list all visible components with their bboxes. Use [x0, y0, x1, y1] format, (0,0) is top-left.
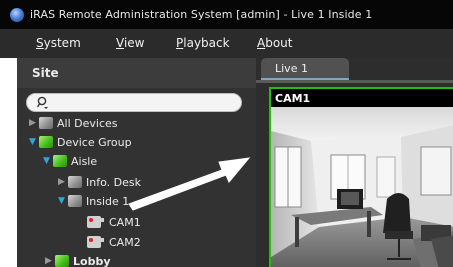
tab-live-1-label: Live 1	[275, 62, 308, 75]
app-logo-icon	[10, 8, 24, 22]
tree-item-label: Device Group	[57, 135, 132, 149]
tab-live-1[interactable]: Live 1	[261, 58, 349, 80]
live-view-area: Live 1 CAM1	[256, 58, 453, 267]
camera-view-cam1[interactable]: CAM1	[269, 87, 453, 267]
tree-item-label: CAM2	[109, 235, 141, 249]
menu-view[interactable]: View	[116, 36, 144, 50]
tree-item-device-group[interactable]: ▼ Device Group	[29, 133, 132, 151]
expand-arrow-icon[interactable]: ▶	[58, 177, 68, 187]
camera-video-feed	[271, 107, 453, 267]
camera-label: CAM1	[275, 92, 311, 105]
expand-arrow-icon[interactable]: ▶	[45, 256, 55, 266]
menu-system[interactable]: System	[36, 36, 81, 50]
search-icon	[37, 96, 48, 109]
camera-icon	[87, 216, 104, 228]
devices-icon	[39, 117, 53, 129]
camera-icon	[87, 236, 104, 248]
tree-item-label: Inside 1	[86, 194, 130, 208]
menu-system-label: ystem	[43, 36, 81, 50]
expand-arrow-icon[interactable]: ▶	[29, 118, 39, 128]
tree-item-cam2[interactable]: CAM2	[87, 233, 141, 251]
collapse-arrow-icon[interactable]: ▼	[29, 137, 39, 147]
collapse-arrow-icon[interactable]: ▼	[58, 196, 68, 206]
menu-system-mnemonic: S	[36, 36, 44, 50]
tree-item-info-desk[interactable]: ▶ Info. Desk	[58, 173, 141, 191]
group-icon	[39, 136, 53, 148]
group-icon	[53, 155, 67, 167]
site-panel-title: Site	[32, 66, 59, 80]
tab-strip-divider	[256, 80, 453, 83]
tree-item-label: Info. Desk	[86, 175, 141, 189]
device-icon	[68, 176, 82, 188]
menu-view-mnemonic: V	[116, 36, 124, 50]
menu-playback[interactable]: Playback	[176, 36, 230, 50]
menu-about-mnemonic: A	[257, 36, 266, 50]
menu-about[interactable]: About	[257, 36, 293, 50]
device-icon	[68, 195, 82, 207]
tree-item-cam1[interactable]: CAM1	[87, 213, 141, 231]
site-search-input[interactable]	[26, 93, 242, 112]
tree-item-lobby[interactable]: ▶ Lobby	[45, 252, 111, 267]
group-icon	[55, 255, 69, 267]
menu-view-label: iew	[123, 36, 145, 50]
tree-item-label: Lobby	[73, 254, 111, 267]
collapse-arrow-icon[interactable]: ▼	[43, 156, 53, 166]
menu-about-label: bout	[265, 36, 293, 50]
tree-item-all-devices[interactable]: ▶ All Devices	[29, 114, 117, 132]
site-panel-header: Site	[17, 58, 256, 88]
menu-playback-label: layback	[183, 36, 230, 50]
tree-item-label: CAM1	[109, 215, 141, 229]
tree-item-label: All Devices	[57, 116, 118, 130]
tree-item-aisle[interactable]: ▼ Aisle	[43, 152, 97, 170]
title-bar: iRAS Remote Administration System [admin…	[0, 0, 453, 29]
tree-item-inside-1[interactable]: ▼ Inside 1	[58, 192, 129, 210]
window-title: iRAS Remote Administration System [admin…	[30, 8, 373, 21]
tree-item-label: Aisle	[71, 154, 98, 168]
site-panel: Site ▶ All Devices ▼ Device Group ▼ Aisl…	[17, 58, 256, 267]
menu-bar: System View Playback About	[0, 29, 453, 58]
